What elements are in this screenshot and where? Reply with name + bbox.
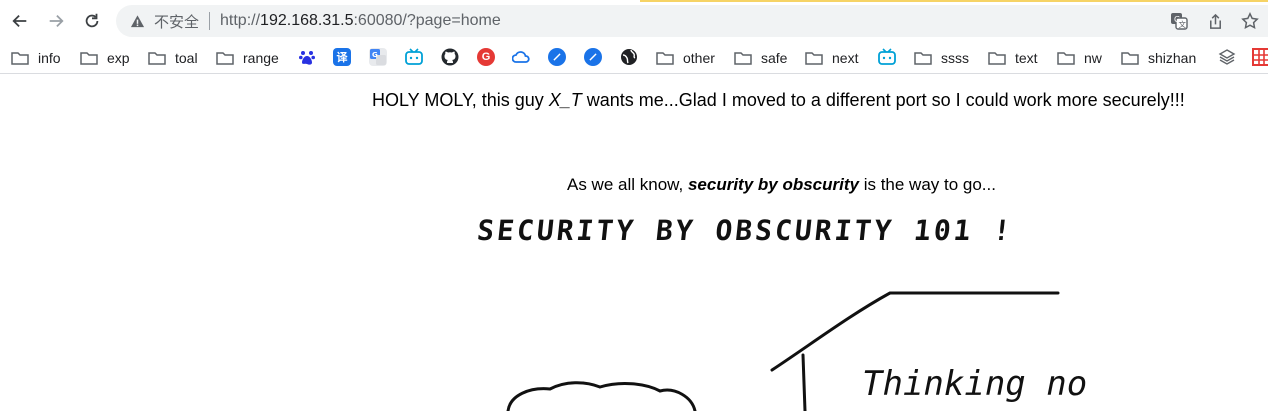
headline-before: HOLY MOLY, this guy	[372, 90, 549, 110]
security-sketch-image: SECURITY BY OBSCURITY 101 ! Thinking no	[476, 214, 1087, 411]
headline-username: X_T	[548, 90, 582, 110]
compass-icon[interactable]	[548, 48, 566, 66]
page-content: HOLY MOLY, this guy X_T wants me...Glad …	[0, 75, 1268, 411]
svg-text:文: 文	[1179, 19, 1187, 29]
url-path: :60080/?page=home	[353, 12, 501, 29]
folder-icon	[914, 52, 932, 65]
bookmark-folder-info[interactable]: info	[11, 47, 61, 69]
url-prefix: http://	[220, 12, 261, 29]
grid-red-icon[interactable]	[1252, 48, 1268, 66]
folder-icon	[734, 52, 752, 65]
tab-accent-bar	[640, 0, 1268, 2]
forward-arrow-icon[interactable]	[44, 9, 68, 33]
bookmark-label: info	[38, 50, 61, 66]
folder-icon	[216, 52, 234, 65]
bookmark-label: nw	[1084, 50, 1102, 66]
folder-icon	[656, 52, 674, 65]
page-subline: As we all know, security by obscurity is…	[567, 175, 996, 195]
url-host: 192.168.31.5	[260, 12, 354, 29]
bookmark-folder-toal[interactable]: toal	[148, 47, 198, 69]
bookmark-label: text	[1015, 50, 1038, 66]
page-headline: HOLY MOLY, this guy X_T wants me...Glad …	[372, 90, 1185, 111]
translate-icon[interactable]: G文	[1167, 5, 1191, 37]
star-icon[interactable]	[1238, 5, 1262, 37]
url-text[interactable]: http://192.168.31.5:60080/?page=home	[220, 12, 501, 30]
bilibili-icon-2[interactable]	[878, 48, 896, 66]
bookmarks-bar: info exp toal range 译 G G other safe nex…	[0, 42, 1268, 74]
bookmark-folder-other[interactable]: other	[656, 47, 715, 69]
yi-glyph: 译	[336, 52, 348, 64]
bookmark-folder-nw[interactable]: nw	[1057, 47, 1102, 69]
bookmark-folder-range[interactable]: range	[216, 47, 279, 69]
subline-emphasis: security by obscurity	[687, 175, 859, 194]
g-red-icon[interactable]: G	[477, 48, 495, 66]
google-translate-icon[interactable]: G	[369, 48, 387, 66]
bookmark-label: shizhan	[1148, 50, 1197, 66]
bookmark-folder-ssss[interactable]: ssss	[914, 47, 969, 69]
headline-after: wants me...Glad I moved to a different p…	[581, 90, 1185, 110]
folder-icon	[1121, 52, 1139, 65]
subline-after: is the way to go...	[858, 175, 996, 194]
sketch-title: SECURITY BY OBSCURITY 101 !	[476, 214, 1015, 247]
cloud-icon[interactable]	[512, 48, 530, 66]
bookmark-folder-shizhan[interactable]: shizhan	[1121, 47, 1196, 69]
baidu-paw-icon[interactable]	[298, 48, 316, 66]
subline-before: As we all know,	[567, 175, 688, 194]
svg-text:G: G	[372, 51, 378, 59]
layers-icon[interactable]	[1218, 48, 1236, 66]
bookmark-label: ssss	[941, 50, 969, 66]
bookmark-label: safe	[761, 50, 788, 66]
globe-icon[interactable]	[620, 48, 638, 66]
folder-icon	[11, 52, 29, 65]
sketch-cloud-outline	[506, 381, 697, 411]
folder-icon	[1057, 52, 1075, 65]
folder-icon	[805, 52, 823, 65]
folder-icon	[988, 52, 1006, 65]
browser-toolbar: 不安全 http://192.168.31.5:60080/?page=home…	[0, 0, 1268, 42]
share-icon[interactable]	[1203, 5, 1227, 37]
github-icon[interactable]	[441, 48, 459, 66]
bookmark-folder-next[interactable]: next	[805, 47, 858, 69]
bookmark-label: exp	[107, 50, 130, 66]
bilibili-icon[interactable]	[405, 48, 423, 66]
back-arrow-icon[interactable]	[8, 9, 32, 33]
omnibox-divider	[209, 12, 211, 30]
bookmark-label: next	[832, 50, 859, 66]
folder-icon	[148, 52, 166, 65]
bookmark-folder-exp[interactable]: exp	[80, 47, 130, 69]
security-label[interactable]: 不安全	[154, 11, 199, 32]
address-bar[interactable]: 不安全 http://192.168.31.5:60080/?page=home…	[116, 5, 1268, 37]
bookmark-label: toal	[175, 50, 198, 66]
bookmark-label: other	[683, 50, 715, 66]
reload-icon[interactable]	[80, 9, 104, 33]
folder-icon	[80, 52, 98, 65]
translate-yi-icon[interactable]: 译	[333, 48, 351, 66]
warning-triangle-icon[interactable]	[129, 13, 145, 29]
bookmark-folder-safe[interactable]: safe	[734, 47, 787, 69]
sketch-note: Thinking no	[862, 364, 1087, 404]
g-glyph: G	[481, 51, 491, 63]
sketch-wall-line	[801, 353, 807, 411]
compass-icon-2[interactable]	[584, 48, 602, 66]
bookmark-folder-text[interactable]: text	[988, 47, 1038, 69]
bookmark-label: range	[243, 50, 279, 66]
sketch-roof-line	[770, 291, 1060, 372]
